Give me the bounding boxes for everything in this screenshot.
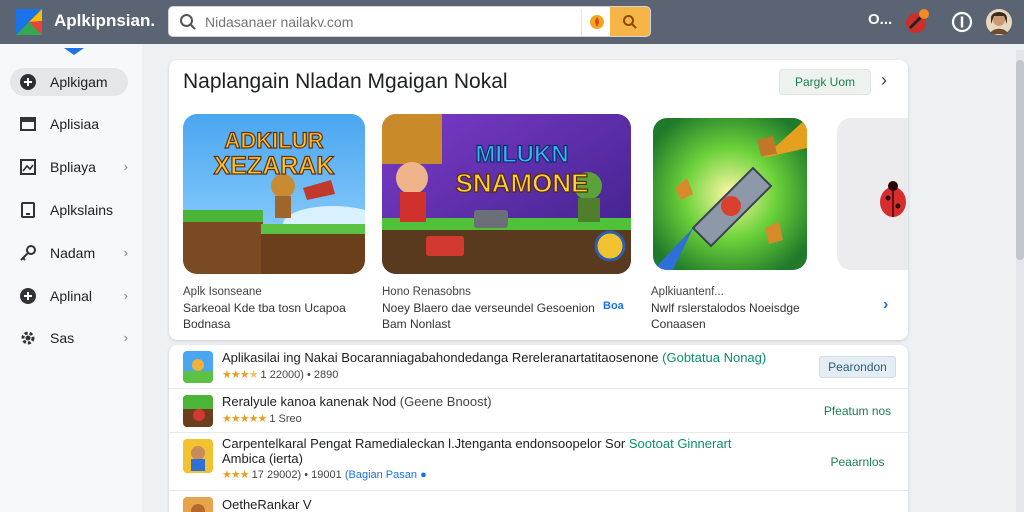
list-item[interactable]: Aplikasilai ing Nakai Bocaranniagabahond… (169, 345, 908, 389)
app-thumbnail (183, 497, 213, 512)
game-art-title-line: XEZARAK (214, 152, 335, 180)
game-category: Aplk Isonseane (183, 286, 262, 298)
avatar[interactable] (985, 8, 1013, 36)
key-icon (18, 243, 38, 263)
game-card-art[interactable]: MILUKN SNAMONE (382, 114, 631, 274)
install-button[interactable]: Peaarnlos (819, 451, 896, 473)
list-item-title: Carpentelkaral Pengat Ramedialeckan l.Jt… (222, 436, 732, 451)
sidebar-item-5[interactable]: Nadam › (10, 239, 128, 267)
see-more-button[interactable]: Pargk Uom (779, 69, 871, 95)
search-submit-button[interactable] (610, 7, 650, 36)
chevron-right-icon: › (123, 288, 128, 303)
search-bar (168, 6, 651, 37)
game-card-info[interactable]: Aplkiuantenf... Nwlf rslerstalodos Noeis… (651, 284, 826, 332)
game-category: Hono Renasobns (382, 286, 471, 298)
list-item-title: OetheRankar V (222, 497, 312, 512)
game-card-art[interactable] (837, 118, 908, 270)
game-art-title-line: SNAMONE (456, 168, 589, 198)
plus-circle-icon (18, 286, 38, 306)
tablet-icon (18, 200, 38, 220)
game-badge: Boa (603, 300, 624, 312)
sidebar-item-7[interactable]: Sas › (10, 324, 128, 352)
caret-down-icon (64, 48, 84, 55)
game-description: Nwlf rslerstalodos Noeisdge (651, 301, 800, 315)
star-rating-icon: ★★★★★ (222, 413, 267, 425)
sidebar-item-label: Sas (50, 330, 75, 346)
list-item[interactable]: OetheRankar V (169, 491, 908, 512)
app-logo-icon[interactable] (14, 7, 44, 37)
info-icon[interactable] (948, 8, 976, 36)
notifications-icon[interactable] (902, 8, 930, 36)
search-icon (623, 14, 637, 29)
game-art-title-line: MILUKN (475, 141, 568, 168)
list-item-rating: ★★★★★ 1 Sreo (222, 413, 302, 425)
chevron-right-icon: › (123, 159, 128, 174)
image-icon (18, 157, 38, 177)
sidebar-item-4[interactable]: Aplkslains (10, 196, 128, 224)
game-description: Noey Blaero dae verseundel Gesoenion (382, 301, 595, 315)
game-category: Aplkiuantenf... (651, 286, 724, 298)
game-description-2: Bodnasa (183, 317, 231, 331)
game-card-info[interactable]: Aplk Isonseane Sarkeoal Kde tba tosn Uca… (183, 284, 365, 332)
sidebar-item-label: Aplkigam (50, 74, 108, 90)
list-item-title: Aplikasilai ing Nakai Bocaranniagabahond… (222, 350, 767, 365)
gamepad-icon (18, 72, 38, 92)
game-art-title-line: ADKILUR (225, 128, 324, 153)
top-bar: Aplkipnsian. O... (0, 0, 1024, 44)
game-description-2: Conaasen (651, 317, 706, 331)
verified-badge-icon: ● (420, 469, 427, 481)
inbox-icon (18, 114, 38, 134)
search-input[interactable] (205, 11, 575, 33)
game-card-art[interactable]: ADKILUR XEZARAK (183, 114, 365, 274)
chevron-right-icon: › (123, 330, 128, 345)
ladybug-icon (880, 181, 906, 217)
star-rating-icon: ★★★ (222, 469, 250, 481)
chevron-right-icon: › (123, 245, 128, 260)
app-thumbnail (183, 351, 213, 383)
game-thumbnail-image (653, 118, 807, 270)
list-item-rating: ★★★ 17 29002) • 19001 (Bagian Pasan ● (222, 469, 427, 481)
list-item-title: Reralyule kanoa kanenak Nod (Geene Bnoos… (222, 394, 492, 409)
chevron-right-icon[interactable]: › (881, 70, 887, 91)
install-button[interactable]: Pfeatum nos (819, 400, 896, 422)
list-item[interactable]: Carpentelkaral Pengat Ramedialeckan l.Jt… (169, 433, 908, 491)
sidebar-item-6[interactable]: Aplinal › (10, 282, 128, 310)
list-item[interactable]: Reralyule kanoa kanenak Nod (Geene Bnoos… (169, 389, 908, 433)
game-thumbnail-image: ADKILUR XEZARAK (183, 114, 365, 274)
app-list: Aplikasilai ing Nakai Bocaranniagabahond… (169, 345, 908, 512)
list-item-rating: ★★★★ 1 22000) • 2890 (222, 369, 339, 381)
sidebar-item-2[interactable]: Aplisiaa (10, 110, 128, 138)
game-card-art[interactable] (653, 118, 807, 270)
game-card-info[interactable]: Hono Renasobns Noey Blaero dae verseunde… (382, 284, 614, 332)
sidebar-item-label: Aplkslains (50, 202, 114, 218)
sidebar-item-label: Aplisiaa (50, 116, 100, 132)
game-thumbnail-image: MILUKN SNAMONE (382, 114, 631, 274)
game-description-2: Bam Nonlast (382, 317, 451, 331)
account-status-text[interactable]: O... (868, 11, 892, 28)
app-thumbnail (183, 439, 213, 473)
sidebar-item-1[interactable]: Aplkigam (10, 68, 128, 96)
search-icon (180, 14, 196, 30)
sidebar-item-label: Aplinal (50, 288, 93, 304)
carousel-next-icon[interactable]: › (883, 296, 888, 314)
app-title[interactable]: Aplkipnsian. (54, 11, 155, 31)
sidebar-item-label: Bpliaya (50, 159, 96, 175)
gear-icon (18, 328, 38, 348)
app-thumbnail (183, 395, 213, 427)
voice-search-button[interactable] (581, 9, 611, 35)
fire-icon (589, 15, 604, 29)
sidebar-item-3[interactable]: Bpliaya › (10, 153, 128, 181)
star-rating-icon: ★★★★ (222, 369, 258, 381)
game-description: Sarkeoal Kde tba tosn Ucapoa (183, 301, 346, 315)
section-title: Naplangain Nladan Mgaigan Nokal (183, 70, 508, 93)
sidebar-item-label: Nadam (50, 245, 96, 261)
list-item-subtitle: Ambica (ierta) (222, 451, 303, 466)
featured-section: Naplangain Nladan Mgaigan Nokal Pargk Uo… (169, 60, 908, 340)
install-button[interactable]: Pearondon (819, 356, 896, 378)
scrollbar-thumb[interactable] (1016, 60, 1024, 260)
